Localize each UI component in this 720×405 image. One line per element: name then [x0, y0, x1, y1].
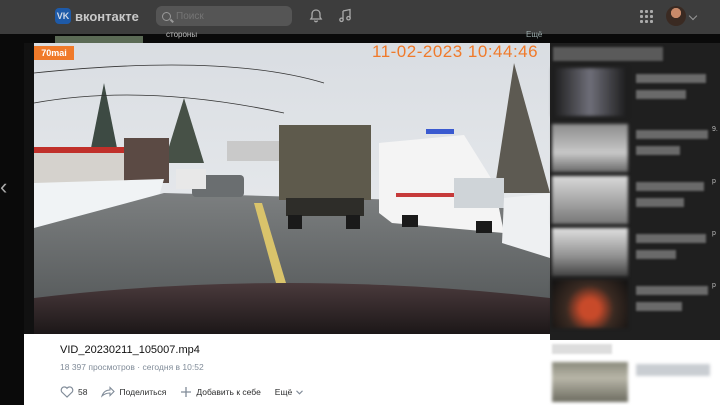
avatar[interactable] — [666, 6, 686, 26]
recommendation-thumbnail[interactable] — [552, 362, 628, 402]
top-navigation-bar: VK вконтакте — [0, 0, 720, 34]
search-input[interactable] — [176, 10, 276, 22]
view-count: 18 397 просмотров — [60, 362, 135, 372]
recommendation-label: р — [712, 230, 716, 237]
previous-arrow-icon[interactable]: ‹ — [0, 175, 14, 199]
search-icon — [162, 11, 171, 21]
dashcam-frame — [24, 43, 550, 334]
recommendations-footer-heading — [552, 344, 612, 354]
recommendation-item[interactable]: 9. — [552, 124, 720, 172]
chevron-down-icon[interactable] — [688, 11, 698, 21]
recommendation-item[interactable]: р — [552, 176, 720, 224]
recommendation-title — [636, 130, 708, 139]
video-viewer-page: VK вконтакте стороны Ещё ‹ — [0, 0, 720, 405]
recommendation-thumbnail — [552, 68, 628, 116]
recommendation-meta — [636, 146, 680, 155]
heart-icon — [60, 386, 74, 398]
recommendation-title — [636, 182, 704, 191]
add-label: Добавить к себе — [196, 387, 261, 397]
recommendation-label: р — [712, 178, 716, 185]
more-label: Ещё — [274, 387, 293, 397]
chevron-down-icon — [296, 389, 304, 395]
recommendation-thumbnail — [552, 176, 628, 224]
video-title: VID_20230211_105007.mp4 — [60, 344, 200, 356]
vk-logo[interactable]: VK вконтакте — [55, 8, 139, 24]
recommendation-meta — [636, 302, 682, 311]
recommendation-item[interactable]: р — [552, 280, 720, 328]
share-icon — [101, 386, 116, 398]
background-post-text: стороны — [166, 30, 198, 39]
dashcam-brand-logo: 70mai — [34, 46, 74, 60]
search-box[interactable] — [156, 6, 292, 26]
video-actions-bar: 58 Поделиться Добавить к себе Ещё — [60, 386, 304, 398]
post-date: сегодня в 10:52 — [142, 362, 204, 372]
recommendations-header — [553, 47, 663, 61]
video-meta: 18 397 просмотров · сегодня в 10:52 — [60, 362, 204, 372]
plus-icon — [181, 387, 192, 397]
recommendation-item[interactable]: р — [552, 228, 720, 276]
more-button[interactable]: Ещё — [274, 387, 304, 397]
share-label: Поделиться — [119, 387, 167, 397]
background-more-link: Ещё — [526, 30, 543, 39]
like-button[interactable]: 58 — [60, 386, 87, 398]
video-timestamp: 11-02-2023 10:44:46 — [372, 42, 539, 61]
recommendation-thumbnail — [552, 124, 628, 172]
recommendation-meta — [636, 250, 676, 259]
share-button[interactable]: Поделиться — [101, 386, 166, 398]
recommendation-title — [636, 364, 710, 376]
recommendation-thumbnail — [552, 228, 628, 276]
recommendation-item[interactable] — [552, 68, 720, 116]
recommendation-title — [636, 286, 708, 295]
music-icon[interactable] — [337, 8, 353, 24]
add-to-my-videos-button[interactable]: Добавить к себе — [180, 386, 261, 398]
recommendation-label: 9. — [712, 126, 718, 133]
bell-icon[interactable] — [308, 8, 324, 24]
recommendation-title — [636, 74, 706, 83]
apps-grid-icon[interactable] — [640, 10, 653, 23]
recommendation-title — [636, 234, 706, 243]
recommendation-thumbnail — [552, 280, 628, 328]
recommendation-meta — [636, 198, 684, 207]
recommendation-label: р — [712, 282, 716, 289]
vk-logo-text: вконтакте — [75, 8, 139, 24]
vk-logo-icon: VK — [55, 8, 71, 24]
like-count: 58 — [78, 387, 88, 397]
video-player[interactable] — [24, 43, 550, 334]
recommendation-meta — [636, 90, 686, 99]
